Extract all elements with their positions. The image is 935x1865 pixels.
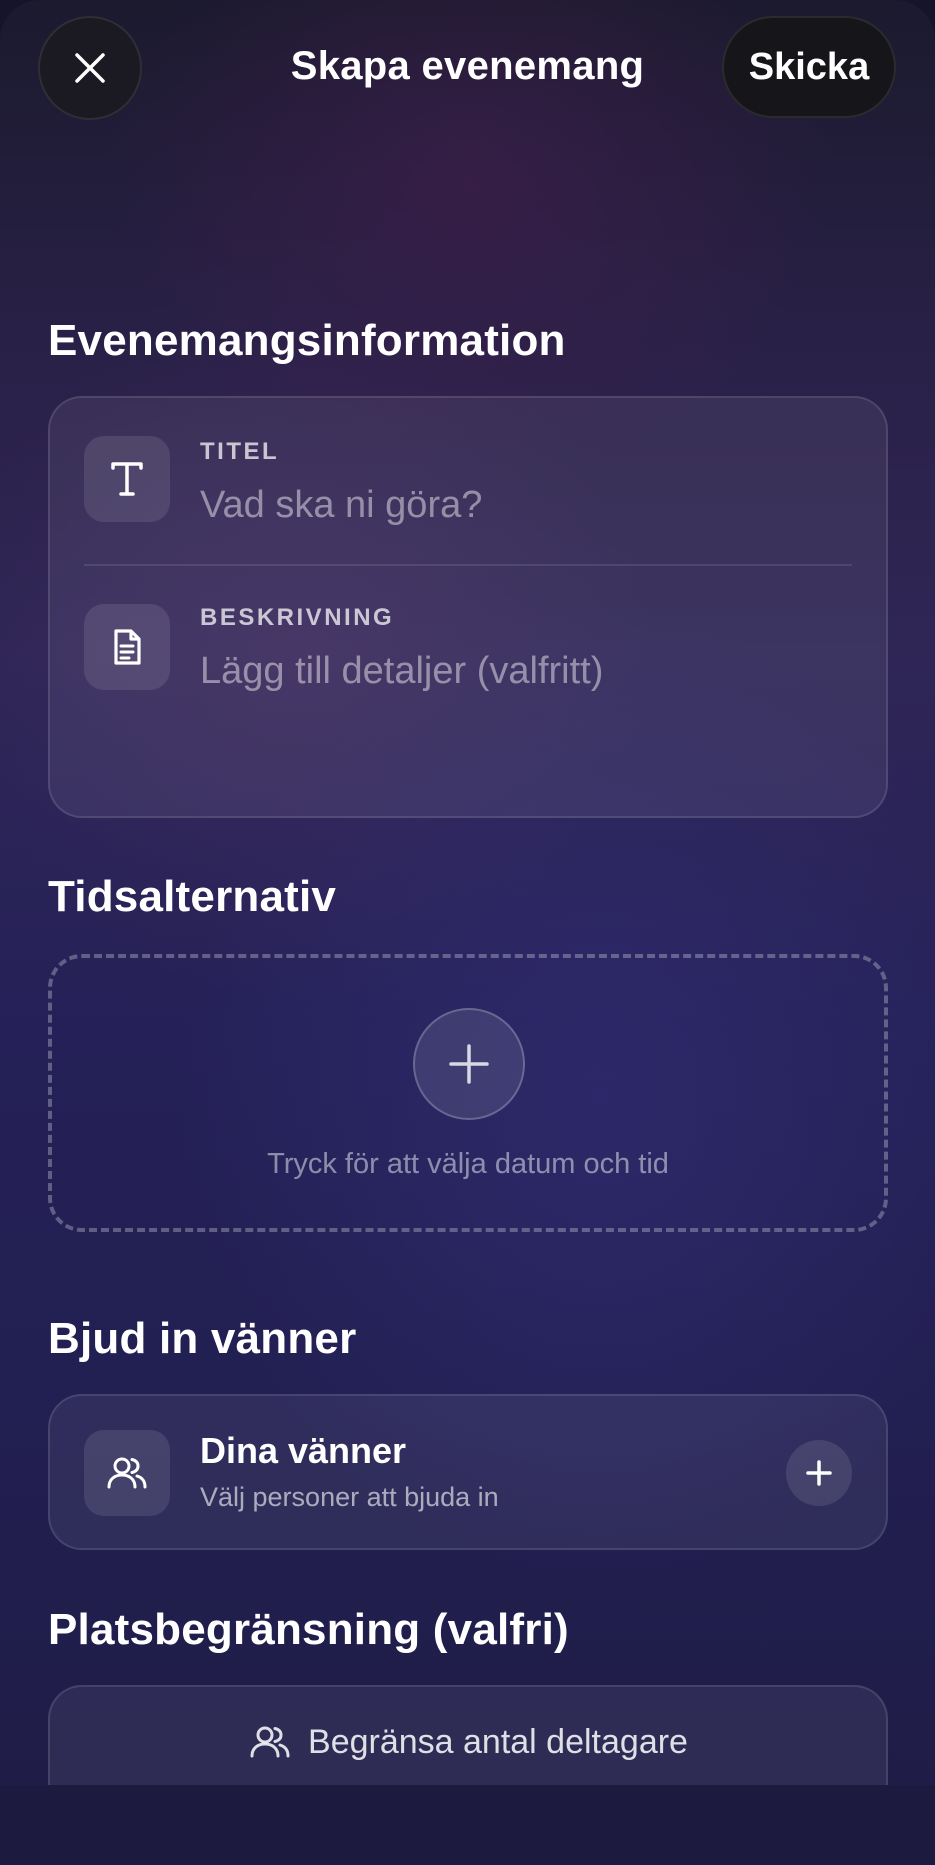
create-event-screen: Skapa evenemang Skicka Evenemangsinforma… [0, 0, 935, 1865]
time-option-hint: Tryck för att välja datum och tid [267, 1148, 669, 1180]
friends-icon-tile [84, 1430, 170, 1516]
text-format-icon [107, 459, 147, 499]
section-title-invite: Bjud in vänner [48, 1314, 357, 1363]
section-title-time-options: Tidsalternativ [48, 872, 337, 921]
section-title-event-info: Evenemangsinformation [48, 316, 566, 365]
limit-participants-button[interactable]: Begränsa antal deltagare [48, 1685, 888, 1797]
users-icon [248, 1720, 292, 1764]
plus-icon [447, 1042, 491, 1086]
send-button[interactable]: Skicka [722, 16, 896, 118]
document-icon [107, 627, 147, 667]
plus-icon [806, 1460, 832, 1486]
title-label: TITEL [200, 438, 280, 465]
description-icon-tile [84, 604, 170, 690]
section-title-capacity: Platsbegränsning (valfri) [48, 1605, 569, 1654]
bottom-bar-background [0, 1785, 935, 1865]
title-input[interactable]: Vad ska ni göra? [200, 484, 482, 527]
limit-participants-label: Begränsa antal deltagare [308, 1722, 688, 1761]
add-time-button[interactable] [413, 1008, 525, 1120]
users-icon [105, 1451, 149, 1495]
title-icon-tile [84, 436, 170, 522]
description-input[interactable]: Lägg till detaljer (valfritt) [200, 650, 603, 693]
invite-friends-row[interactable]: Dina vänner Välj personer att bjuda in [48, 1394, 888, 1550]
friends-row-title: Dina vänner [200, 1430, 407, 1471]
add-friends-button[interactable] [786, 1440, 852, 1506]
add-time-option-area[interactable]: Tryck för att välja datum och tid [48, 954, 888, 1232]
field-divider [84, 564, 852, 566]
event-info-card: TITEL Vad ska ni göra? BESKRIVNING Lägg … [48, 396, 888, 818]
friends-row-subtitle: Välj personer att bjuda in [200, 1482, 499, 1512]
description-label: BESKRIVNING [200, 604, 395, 631]
